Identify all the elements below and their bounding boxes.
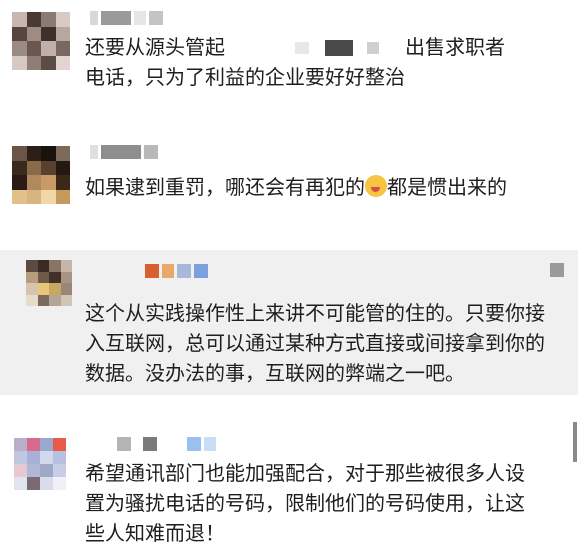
username-redacted[interactable] [90, 144, 158, 160]
avatar[interactable] [14, 438, 66, 490]
username-redacted[interactable] [145, 263, 208, 279]
comment-item: 希望通讯部门也能加强配合，对于那些被很多人设 置为骚扰电话的号码，限制他们的号码… [0, 420, 578, 555]
avatar[interactable] [12, 12, 70, 70]
more-icon[interactable] [550, 263, 564, 277]
drooling-face-icon [365, 175, 387, 197]
avatar[interactable] [12, 146, 70, 204]
comment-text: 希望通讯部门也能加强配合，对于那些被很多人设 置为骚扰电话的号码，限制他们的号码… [85, 461, 525, 545]
username-redacted[interactable] [117, 436, 216, 452]
comment-item: 如果逮到重罚，哪还会有再犯的 都是惯出来的 [0, 120, 578, 240]
username-redacted[interactable] [90, 10, 163, 26]
comment-text: 这个从实践操作性上来讲不可能管的住的。只要你接 入互联网，总可以通过某种方式直接… [85, 301, 545, 385]
avatar[interactable] [26, 260, 72, 306]
comment-text: 如果逮到重罚，哪还会有再犯的 都是惯出来的 [85, 175, 507, 199]
comment-item: 这个从实践操作性上来讲不可能管的住的。只要你接 入互联网，总可以通过某种方式直接… [0, 250, 578, 395]
redacted-block [225, 36, 405, 58]
comment-item: 还要从源头管起 出售求职者 电话，只为了利益的企业要好好整治 [0, 0, 578, 120]
scrollbar[interactable] [573, 422, 577, 462]
comment-text: 还要从源头管起 出售求职者 电话，只为了利益的企业要好好整治 [85, 35, 505, 89]
